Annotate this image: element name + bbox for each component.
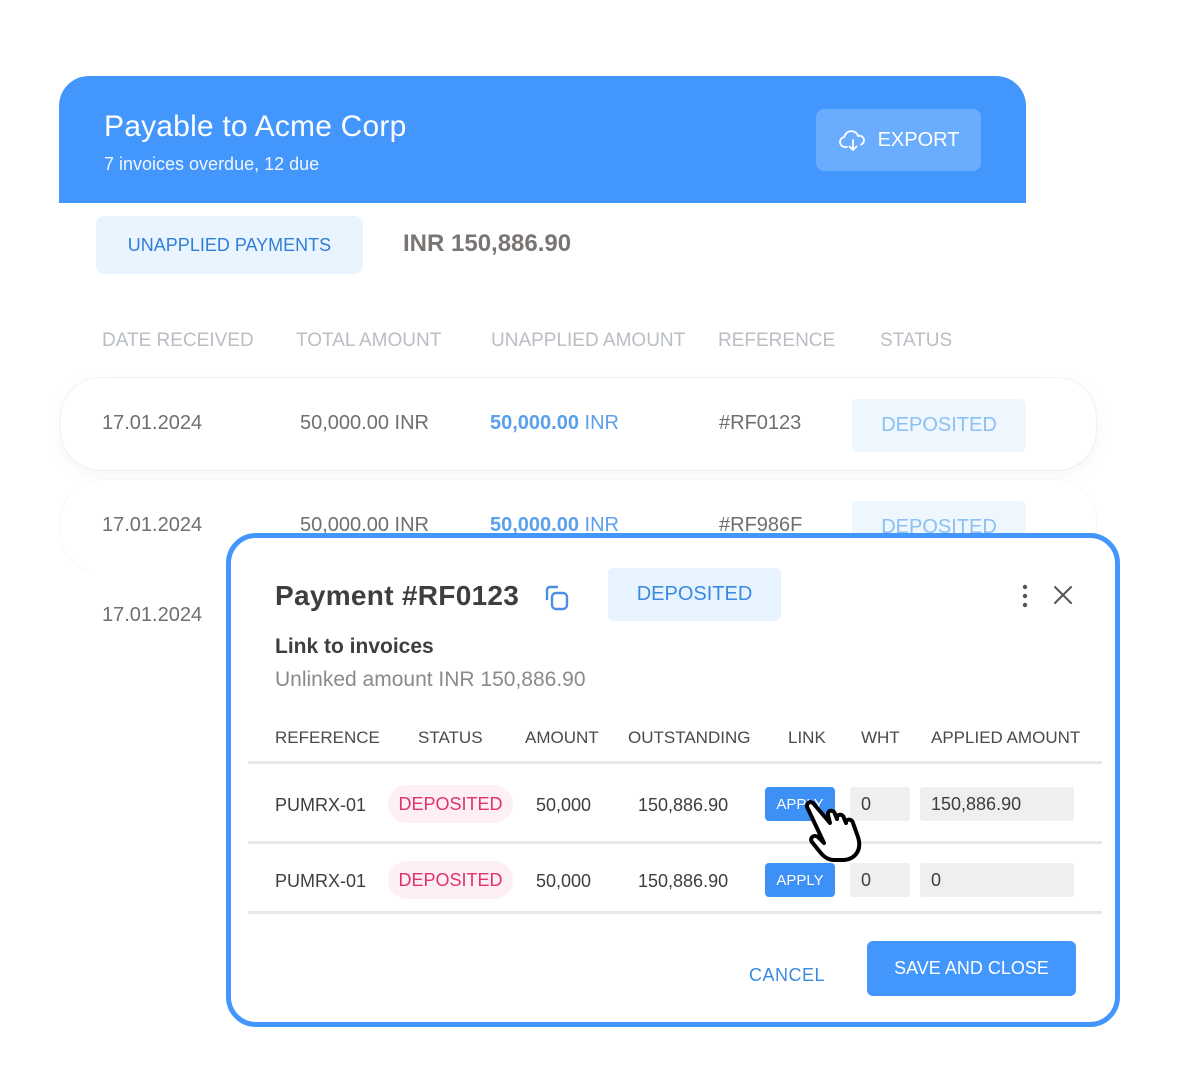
col-date-received: DATE RECEIVED [102,330,254,351]
invoice-row: PUMRX-01 DEPOSITED 50,000 150,886.90 APP… [231,771,1115,841]
invoice-outstanding: 150,886.90 [638,795,729,815]
invoice-status-badge: DEPOSITED [388,785,513,823]
page-subtitle: 7 invoices overdue, 12 due [104,154,320,174]
copy-icon[interactable] [541,582,573,614]
export-button[interactable]: EXPORT [816,109,981,171]
col-link: LINK [788,728,826,747]
col-wht: WHT [861,728,900,747]
status-badge: DEPOSITED [852,399,1026,452]
unlinked-amount: Unlinked amount INR 150,886.90 [275,668,586,691]
more-vertical-icon[interactable] [1015,582,1035,610]
cancel-button[interactable]: CANCEL [737,948,837,1002]
wht-input[interactable] [850,787,910,821]
applied-amount-input[interactable] [920,787,1074,821]
col-amount: AMOUNT [525,728,599,747]
invoice-table-header: REFERENCE STATUS AMOUNT OUTSTANDING LINK… [231,728,1115,750]
payments-table-header: DATE RECEIVED TOTAL AMOUNT UNAPPLIED AMO… [59,330,1026,354]
col-reference: REFERENCE [718,330,836,351]
tab-unapplied-payments[interactable]: UNAPPLIED PAYMENTS [96,216,363,274]
wht-input[interactable] [850,863,910,897]
card-header: Payable to Acme Corp 7 invoices overdue,… [59,76,1026,203]
divider [248,911,1102,914]
applied-amount-input[interactable] [920,863,1074,897]
row-date: 17.01.2024 [102,514,203,536]
row-date: 17.01.2024 [102,412,203,434]
modal-title: Payment #RF0123 [275,580,520,611]
invoice-amount: 50,000 [536,871,592,891]
row-date: 17.01.2024 [102,604,203,626]
col-unapplied-amount: UNAPPLIED AMOUNT [491,330,686,351]
invoice-row: PUMRX-01 DEPOSITED 50,000 150,886.90 APP… [231,847,1115,917]
cloud-download-icon [838,130,865,151]
apply-button[interactable]: APPLY [765,863,835,897]
payment-modal: Payment #RF0123 DEPOSITED Link to invoic… [226,533,1120,1027]
section-title: Link to invoices [275,635,434,658]
export-label: EXPORT [877,128,960,151]
unapplied-total: INR 150,886.90 [403,230,572,257]
col-applied-amount: APPLIED AMOUNT [931,728,1081,747]
divider [248,761,1102,764]
divider [248,841,1102,844]
col-total-amount: TOTAL AMOUNT [296,330,442,351]
invoice-status-badge: DEPOSITED [388,861,513,899]
col-status: STATUS [880,330,953,351]
table-row[interactable]: 17.01.2024 50,000.00 INR 50,000.00 INR #… [61,378,1096,470]
apply-button[interactable]: APPLY [765,787,835,821]
row-total: 50,000.00 INR [300,412,429,434]
close-icon[interactable] [1051,583,1075,607]
modal-status-badge: DEPOSITED [608,568,781,621]
col-status: STATUS [418,728,483,747]
page-title: Payable to Acme Corp [104,110,407,143]
invoice-reference: PUMRX-01 [275,871,367,891]
invoice-outstanding: 150,886.90 [638,871,729,891]
row-reference: #RF0123 [719,412,802,434]
row-unapplied: 50,000.00 INR [490,412,619,434]
col-reference: REFERENCE [275,728,380,747]
invoice-reference: PUMRX-01 [275,795,367,815]
invoice-amount: 50,000 [536,795,592,815]
col-outstanding: OUTSTANDING [628,728,751,747]
save-and-close-button[interactable]: SAVE AND CLOSE [867,941,1076,996]
